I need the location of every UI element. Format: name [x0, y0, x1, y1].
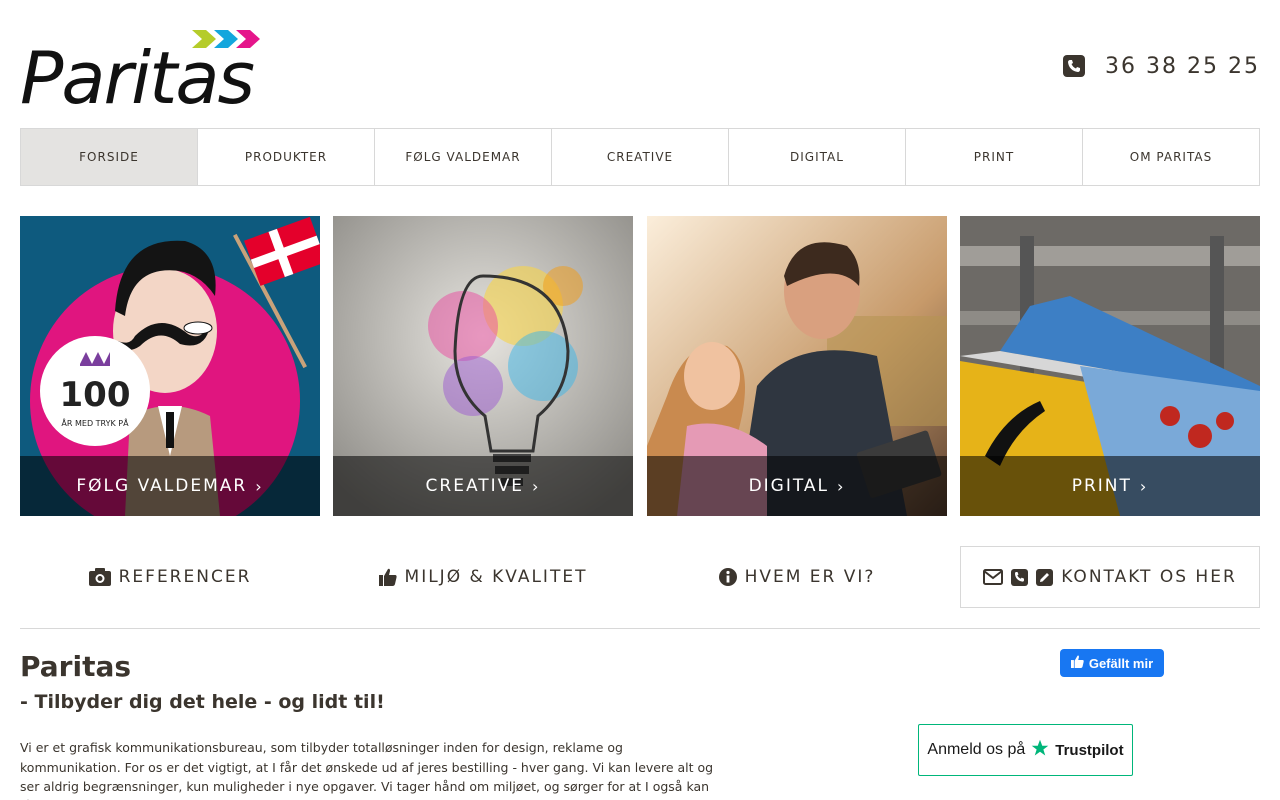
- phone-icon: [1063, 55, 1086, 77]
- chevron-right-icon: ›: [1139, 476, 1149, 496]
- tile-label-bar: FØLG VALDEMAR ›: [20, 456, 320, 516]
- chevron-right-icon: ›: [837, 476, 846, 496]
- logo-text: Paritas: [20, 36, 255, 120]
- tile-label-bar: PRINT ›: [960, 456, 1260, 516]
- quick-links: REFERENCER MILJØ & KVALITET HVEM ER VI? …: [20, 546, 1260, 608]
- trustpilot-label: Anmeld os på: [927, 741, 1026, 758]
- link-label: KONTAKT OS HER: [1061, 567, 1237, 587]
- intro-paragraph: Vi er et grafisk kommunikationsbureau, s…: [20, 740, 714, 800]
- thumbs-up-icon: [1070, 655, 1084, 671]
- tile-print[interactable]: PRINT ›: [960, 216, 1260, 516]
- facebook-like-label: Gefällt mir: [1088, 655, 1154, 671]
- main-nav: FORSIDE PRODUKTER FØLG VALDEMAR CREATIVE…: [20, 128, 1260, 186]
- header-phone[interactable]: 36 38 25 25: [1063, 52, 1260, 80]
- page-title: Paritas: [20, 650, 132, 683]
- phone-number: 36 38 25 25: [1105, 53, 1260, 79]
- tile-label-bar: DIGITAL ›: [647, 456, 947, 516]
- facebook-like-button[interactable]: Gefällt mir: [1060, 649, 1164, 677]
- nav-item-forside[interactable]: FORSIDE: [21, 129, 197, 185]
- envelope-icon: [983, 569, 1004, 585]
- star-icon: [1031, 739, 1049, 761]
- nav-item-folg-valdemar[interactable]: FØLG VALDEMAR: [374, 129, 551, 185]
- badge-number: 100: [60, 375, 131, 415]
- nav-item-creative[interactable]: CREATIVE: [551, 129, 728, 185]
- nav-item-print[interactable]: PRINT: [905, 129, 1082, 185]
- link-miljo-kvalitet[interactable]: MILJØ & KVALITET: [333, 546, 633, 608]
- link-kontakt-os[interactable]: KONTAKT OS HER: [960, 546, 1260, 608]
- trustpilot-review-button[interactable]: Anmeld os på Trustpilot: [918, 724, 1133, 776]
- link-label: REFERENCER: [118, 567, 252, 587]
- feature-tiles: 100 ÅR MED TRYK PÅ FØLG VALDEMAR › CREAT…: [20, 216, 1260, 516]
- tile-label: FØLG VALDEMAR: [76, 476, 248, 496]
- thumbs-up-icon: [378, 568, 397, 586]
- nav-item-digital[interactable]: DIGITAL: [728, 129, 905, 185]
- phone-icon: [1011, 568, 1029, 586]
- link-hvem-er-vi[interactable]: HVEM ER VI?: [647, 546, 947, 608]
- nav-item-om-paritas[interactable]: OM PARITAS: [1082, 129, 1259, 185]
- nav-item-produkter[interactable]: PRODUKTER: [197, 129, 374, 185]
- chevron-right-icon: ›: [532, 476, 541, 496]
- header: Paritas 36 38 25 25: [0, 0, 1280, 128]
- pencil-icon: [1036, 568, 1054, 586]
- link-label: MILJØ & KVALITET: [404, 567, 588, 587]
- section-divider: [20, 628, 1260, 629]
- page-subtitle: - Tilbyder dig det hele - og lidt til!: [20, 691, 385, 713]
- trustpilot-brand: Trustpilot: [1055, 741, 1124, 759]
- tile-label: CREATIVE: [425, 476, 525, 496]
- paritas-logo[interactable]: Paritas: [20, 28, 260, 114]
- camera-icon: [88, 568, 111, 586]
- link-label: HVEM ER VI?: [744, 567, 876, 587]
- tile-label-bar: CREATIVE ›: [333, 456, 633, 516]
- tile-label: DIGITAL: [748, 476, 830, 496]
- info-icon: [718, 568, 737, 586]
- tile-label: PRINT: [1071, 476, 1132, 496]
- tile-digital[interactable]: DIGITAL ›: [647, 216, 947, 516]
- tile-creative[interactable]: CREATIVE ›: [333, 216, 633, 516]
- badge-text: ÅR MED TRYK PÅ: [61, 417, 129, 428]
- link-referencer[interactable]: REFERENCER: [20, 546, 320, 608]
- tile-folg-valdemar[interactable]: 100 ÅR MED TRYK PÅ FØLG VALDEMAR ›: [20, 216, 320, 516]
- chevron-right-icon: ›: [255, 476, 264, 496]
